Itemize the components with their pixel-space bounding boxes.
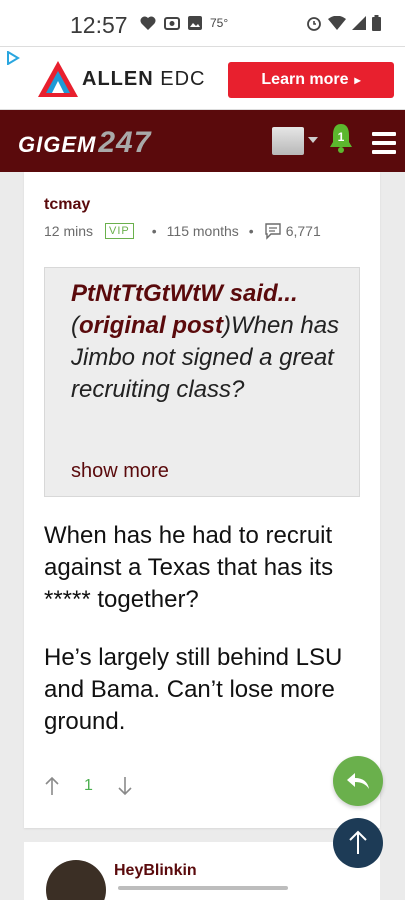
hamburger-menu-icon[interactable] [372,132,396,159]
temperature-label: 75° [210,16,229,30]
quote-text: PtNtTtGtWtW said... (original post)When … [71,280,340,403]
chevron-right-icon: ▸ [354,73,361,87]
post-paragraph: He’s largely still behind LSU and Bama. … [44,644,343,735]
notification-count: 1 [337,130,345,144]
original-post-link[interactable]: original post [79,312,223,339]
vote-count: 1 [84,777,93,794]
camera-icon [164,17,180,30]
arrow-up-icon [349,830,367,854]
allen-logo-icon [38,61,78,97]
quoted-post: PtNtTtGtWtW said... (original post)When … [44,267,360,497]
post-author[interactable]: HeyBlinkin [114,862,197,880]
site-logo[interactable]: GIGEM247 [18,126,151,160]
status-time: 12:57 [70,12,128,38]
battery-icon [372,15,381,31]
caret-down-icon[interactable] [308,137,318,143]
signal-icon [352,16,366,30]
notifications-button[interactable]: 1 [328,122,354,154]
ad-choices-icon[interactable] [6,51,20,65]
quoted-user[interactable]: PtNtTtGtWtW said... [71,280,298,307]
ad-banner[interactable]: ALLEN EDC Learn more ▸ [0,46,405,110]
scroll-to-top-button[interactable] [333,818,383,868]
learn-more-button[interactable]: Learn more ▸ [228,62,394,98]
site-header: GIGEM247 1 [0,110,405,172]
status-bar: 12:57 75° [0,0,405,46]
post-meta: 12 mins VIP • 115 months • 6,771 [44,222,321,240]
upvote-arrow-icon[interactable] [44,776,60,796]
post-card: tcmay 12 mins VIP • 115 months • 6,771 P… [24,172,380,828]
member-tenure: 115 months [166,223,239,239]
comments-icon [265,223,281,240]
avatar[interactable] [46,860,106,900]
vip-badge: VIP [105,223,134,239]
status-system-icons [306,15,381,31]
image-icon [188,16,202,30]
vote-controls: 1 [44,776,133,796]
post-count: 6,771 [285,223,321,239]
downvote-arrow-icon[interactable] [117,776,133,796]
heart-icon [140,16,156,30]
next-post-card: HeyBlinkin [24,842,380,900]
post-author[interactable]: tcmay [44,196,90,214]
wifi-icon [328,16,346,30]
separator-dot: • [248,223,254,239]
separator-dot: • [151,223,157,239]
gesture-nav-bar[interactable] [118,886,288,890]
alarm-icon [307,17,321,31]
post-paragraph: When has he had to recruit against a Tex… [44,522,334,613]
reply-button[interactable] [333,756,383,806]
status-notification-icons: 75° [140,16,228,30]
ad-brand-name: ALLEN EDC [82,68,206,90]
show-more-link[interactable]: show more [71,460,169,483]
user-avatar-button[interactable] [272,127,304,155]
post-time: 12 mins [44,223,94,239]
reply-icon [347,773,369,789]
